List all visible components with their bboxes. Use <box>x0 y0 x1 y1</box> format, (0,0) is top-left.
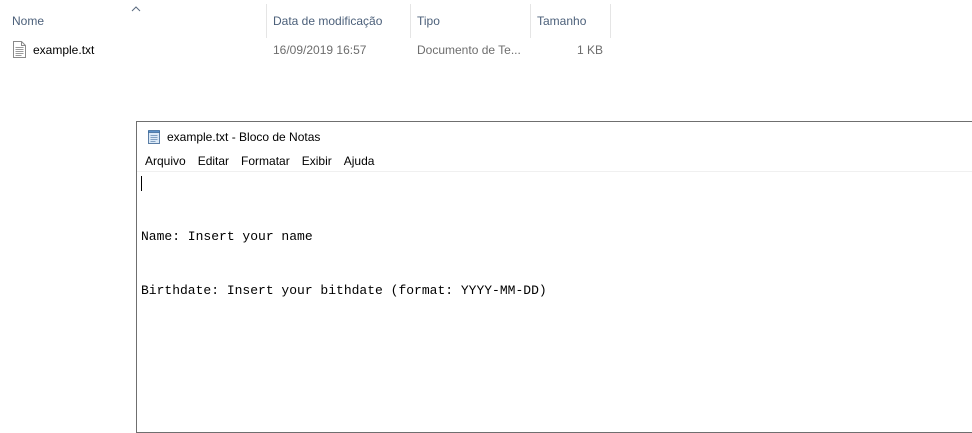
column-header-type-label: Tipo <box>417 14 440 28</box>
column-header-date-label: Data de modificação <box>273 14 383 28</box>
menu-editar[interactable]: Editar <box>192 152 235 171</box>
column-header-size-label: Tamanho <box>537 14 587 28</box>
text-line-1: Name: Insert your name <box>141 229 313 244</box>
file-name[interactable]: example.txt <box>33 43 94 57</box>
menubar-divider <box>137 171 972 172</box>
file-modified: 16/09/2019 16:57 <box>273 43 367 57</box>
notepad-text-area[interactable]: Name: Insert your name Birthdate: Insert… <box>141 174 967 429</box>
column-header-type[interactable]: Tipo <box>412 4 531 38</box>
column-header-name[interactable]: Nome <box>7 4 267 38</box>
text-file-icon <box>13 41 26 58</box>
file-row[interactable]: example.txt 16/09/2019 16:57 Documento d… <box>8 39 612 61</box>
notepad-window: example.txt - Bloco de Notas Arquivo Edi… <box>136 121 972 433</box>
menu-formatar[interactable]: Formatar <box>235 152 296 171</box>
column-header-size[interactable]: Tamanho <box>532 4 611 38</box>
column-header-name-label: Nome <box>12 14 45 28</box>
file-type: Documento de Te... <box>417 43 521 57</box>
notepad-title: example.txt - Bloco de Notas <box>167 130 321 144</box>
menu-ajuda[interactable]: Ajuda <box>338 152 381 171</box>
file-size: 1 KB <box>576 43 603 57</box>
column-header-date[interactable]: Data de modificação <box>268 4 411 38</box>
text-caret <box>141 176 142 191</box>
menu-exibir[interactable]: Exibir <box>296 152 338 171</box>
notepad-titlebar[interactable]: example.txt - Bloco de Notas <box>137 122 972 152</box>
menu-arquivo[interactable]: Arquivo <box>139 152 192 171</box>
text-line-2: Birthdate: Insert your bithdate (format:… <box>141 283 547 298</box>
notepad-menubar: Arquivo Editar Formatar Exibir Ajuda <box>137 152 972 171</box>
notepad-icon <box>148 130 160 144</box>
